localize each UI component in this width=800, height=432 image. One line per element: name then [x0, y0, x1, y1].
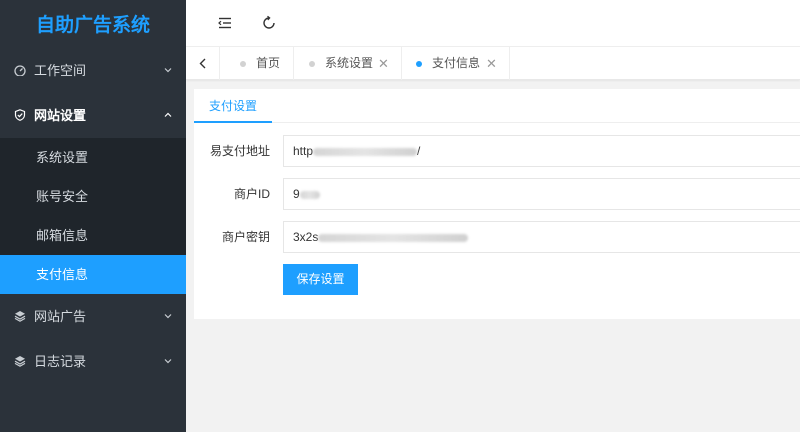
submenu-site-settings: 系统设置 账号安全 邮箱信息 支付信息: [0, 138, 186, 294]
chevron-down-icon: [164, 68, 172, 73]
app-logo: 自助广告系统: [0, 0, 186, 48]
chevron-up-icon: [164, 112, 172, 117]
sidebar-item-label: 工作空间: [34, 63, 87, 78]
tab-label: 首页: [256, 56, 281, 70]
layers-icon: [14, 311, 26, 322]
sidebar: 自助广告系统 工作空间 网站设置 系统设置 账号安全 邮箱信息 支付信息 网站广…: [0, 0, 186, 432]
close-icon[interactable]: ✕: [486, 47, 497, 80]
pay-url-input[interactable]: http /: [283, 135, 800, 167]
redacted-value: [313, 147, 418, 156]
top-header: [186, 0, 800, 47]
sidebar-item-site-settings[interactable]: 网站设置: [0, 93, 186, 138]
tab-label: 支付信息: [432, 56, 481, 70]
form-row-merchant-id: 商户ID 9: [194, 178, 800, 210]
tab-status-dot: [240, 61, 246, 67]
page-tabs: 首页 系统设置 ✕ 支付信息 ✕: [186, 47, 800, 80]
field-value-prefix: 3x2s: [293, 230, 319, 244]
chevron-left-icon: [199, 58, 206, 69]
sidebar-item-workspace[interactable]: 工作空间: [0, 48, 186, 93]
tab-payment-settings[interactable]: 支付设置: [194, 89, 272, 123]
save-button[interactable]: 保存设置: [283, 264, 358, 295]
tab-status-dot: [309, 61, 315, 67]
sidebar-item-label: 网站广告: [34, 309, 87, 324]
panel-tab-bar: 支付设置: [194, 89, 800, 123]
tabs-prev-button[interactable]: [186, 47, 220, 80]
sidebar-item-label: 日志记录: [34, 354, 87, 369]
payment-settings-panel: 支付设置 易支付地址 http / 商户ID 9 商户密钥 3x2s 保存设置: [194, 89, 800, 319]
redacted-value: [318, 233, 469, 242]
sidebar-item-label: 网站设置: [34, 108, 87, 123]
form-row-merchant-key: 商户密钥 3x2s: [194, 221, 800, 253]
sidebar-item-email-info[interactable]: 邮箱信息: [0, 216, 186, 255]
field-value-prefix: http: [293, 144, 314, 158]
sidebar-item-system-settings[interactable]: 系统设置: [0, 138, 186, 177]
field-label: 易支付地址: [209, 144, 270, 158]
sidebar-item-payment-info[interactable]: 支付信息: [0, 255, 186, 294]
chevron-down-icon: [164, 314, 172, 319]
close-icon[interactable]: ✕: [378, 47, 389, 80]
menu-fold-icon[interactable]: [216, 14, 234, 32]
dashboard-icon: [14, 65, 26, 76]
tab-label: 系统设置: [325, 56, 374, 70]
field-value-prefix: 9: [293, 187, 300, 201]
sidebar-item-account-security[interactable]: 账号安全: [0, 177, 186, 216]
chevron-down-icon: [164, 359, 172, 364]
tab-home[interactable]: 首页: [220, 47, 294, 80]
merchant-id-input[interactable]: 9: [283, 178, 800, 210]
field-label: 商户ID: [233, 187, 270, 201]
tab-status-dot: [416, 61, 422, 67]
shield-check-icon: [14, 109, 26, 121]
redacted-value: [299, 190, 320, 199]
layers-icon: [14, 356, 26, 367]
merchant-key-input[interactable]: 3x2s: [283, 221, 800, 253]
tab-payment-info[interactable]: 支付信息 ✕: [402, 47, 510, 80]
sidebar-item-logs[interactable]: 日志记录: [0, 339, 186, 384]
sidebar-item-site-ads[interactable]: 网站广告: [0, 294, 186, 339]
field-label: 商户密钥: [221, 230, 270, 244]
field-value-suffix: /: [417, 144, 421, 158]
refresh-icon[interactable]: [260, 14, 278, 32]
form-row-pay-url: 易支付地址 http /: [194, 135, 800, 167]
tab-system-settings[interactable]: 系统设置 ✕: [294, 47, 402, 80]
